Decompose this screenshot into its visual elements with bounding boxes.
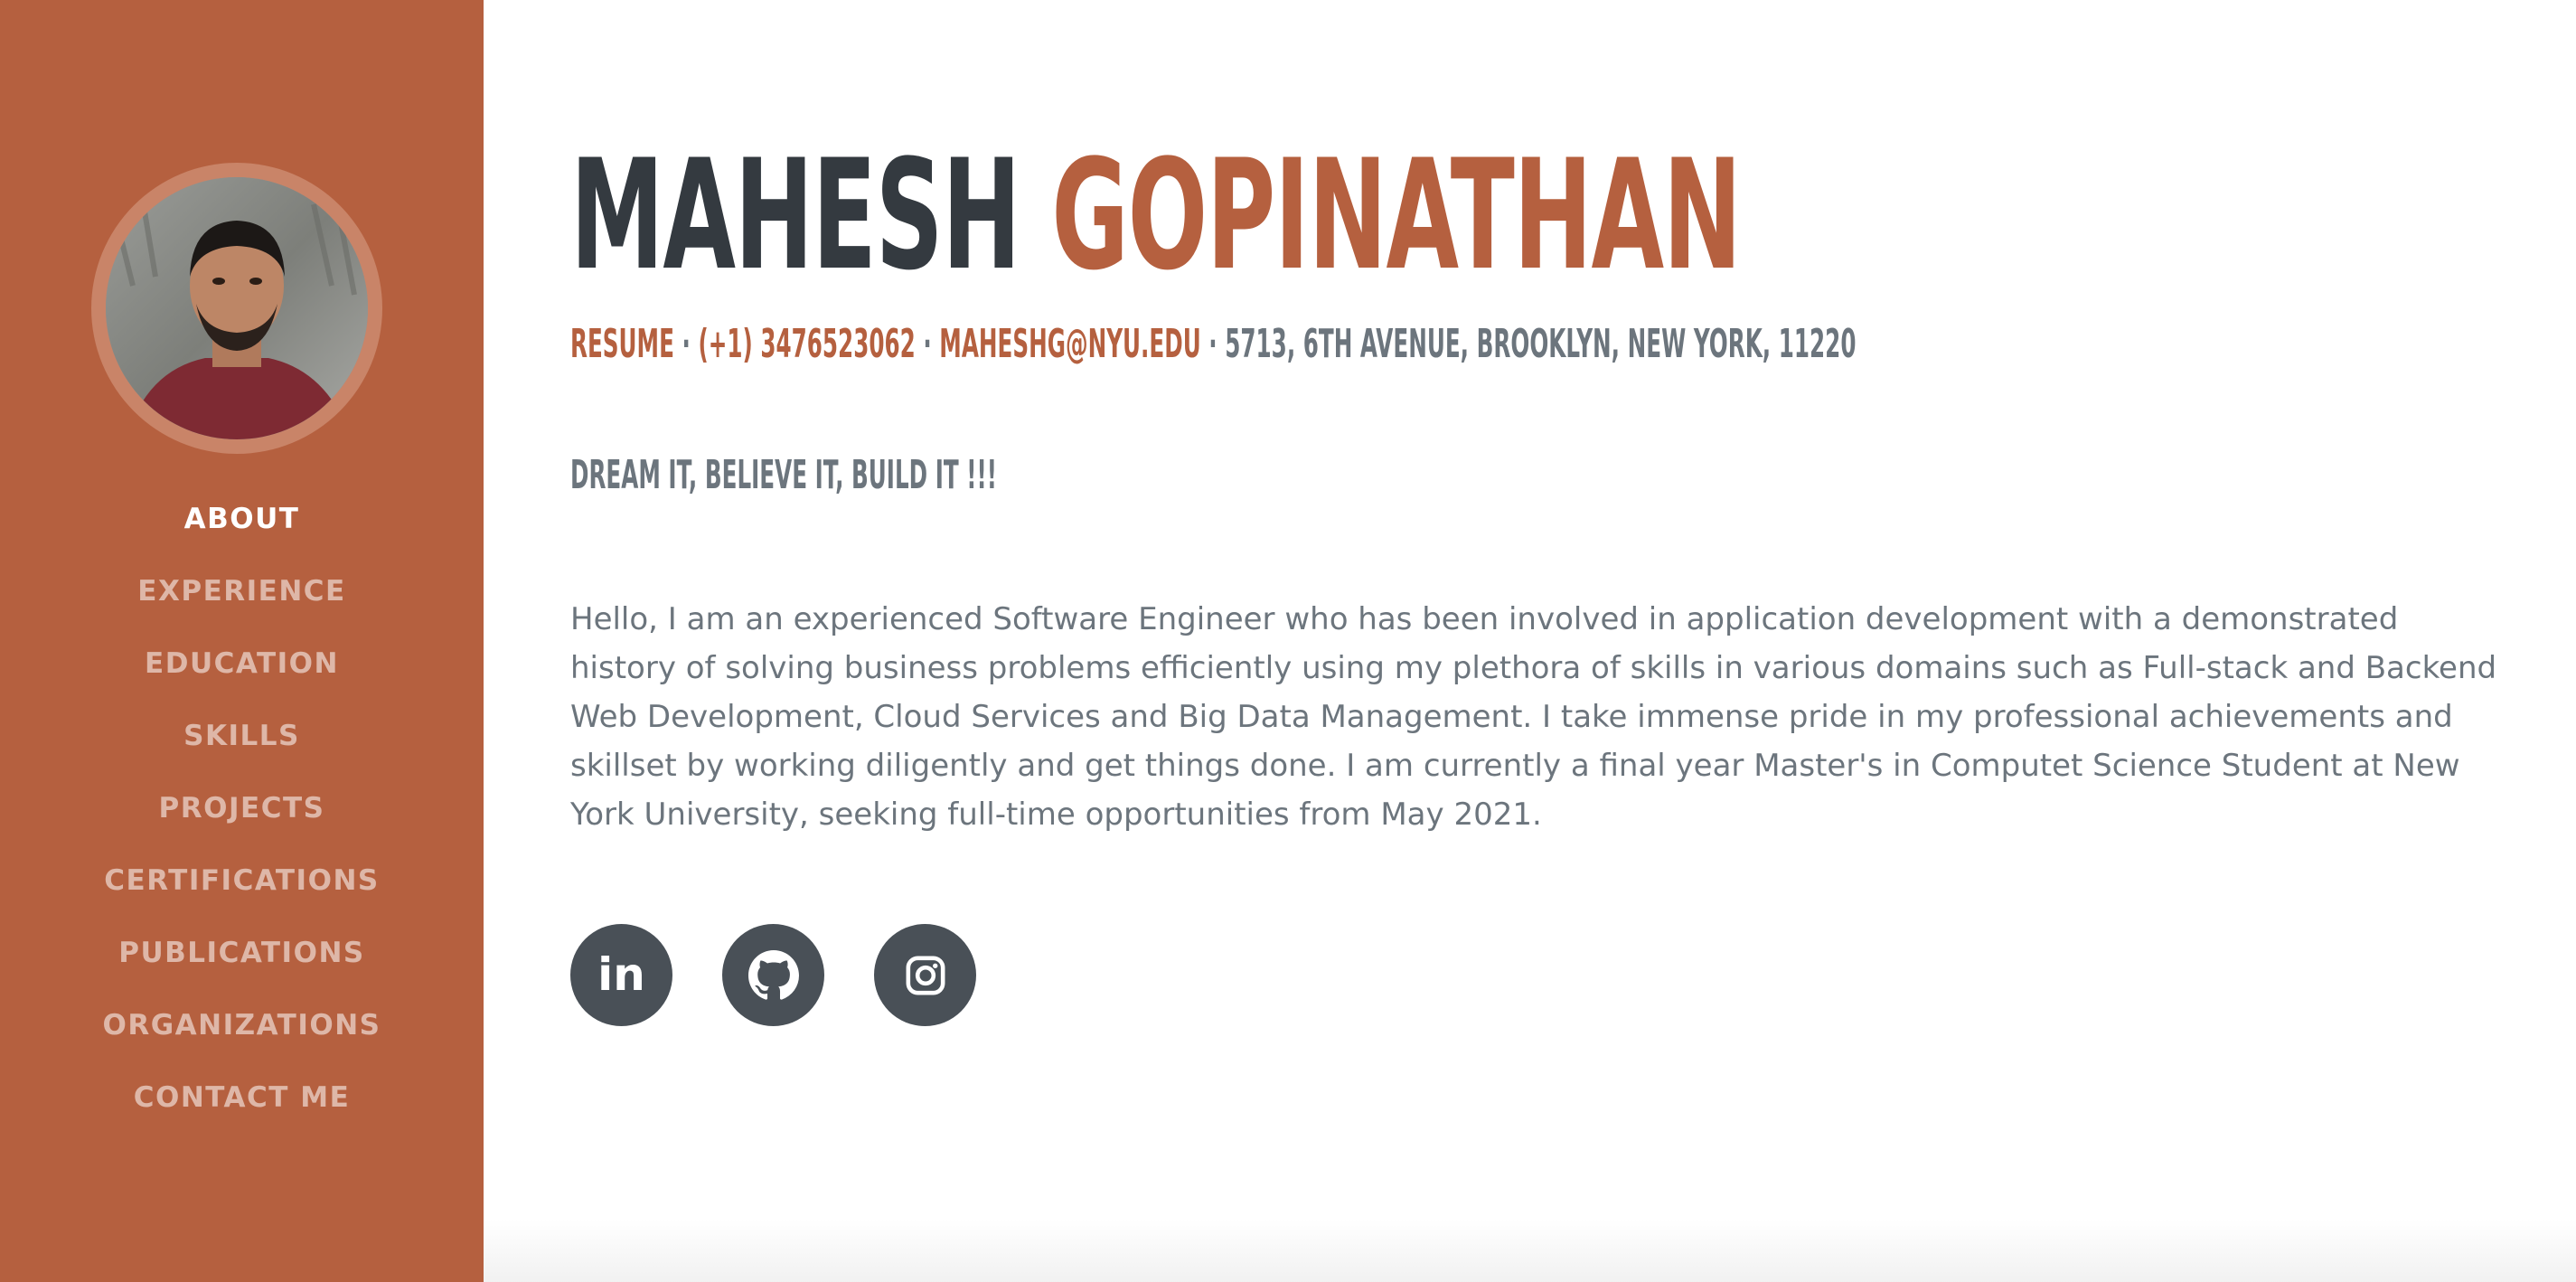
resume-link[interactable]: RESUME [570, 321, 674, 367]
linkedin-icon: in [597, 948, 645, 1001]
separator: · [682, 321, 691, 367]
phone-link[interactable]: (+1) 3476523062 [698, 321, 915, 367]
resume-page: ABOUT EXPERIENCE EDUCATION SKILLS PROJEC… [0, 0, 2576, 1282]
separator: · [1208, 321, 1217, 367]
page-title: MAHESH GOPINATHAN [570, 134, 1742, 297]
address-text: 5713, 6TH AVENUE, BROOKLYN, NEW YORK, 11… [1225, 321, 1857, 367]
contact-line: RESUME · (+1) 3476523062 · MAHESHG@NYU.E… [570, 319, 1856, 370]
linkedin-button[interactable]: in [570, 924, 672, 1026]
last-name: GOPINATHAN [1051, 127, 1742, 304]
separator: · [923, 321, 932, 367]
bottom-shadow [484, 1219, 2576, 1282]
nav-item-education[interactable]: EDUCATION [0, 646, 484, 719]
profile-photo [106, 177, 368, 439]
nav-item-projects[interactable]: PROJECTS [0, 791, 484, 863]
nav-item-skills[interactable]: SKILLS [0, 719, 484, 791]
tagline: DREAM IT, BELIEVE IT, BUILD IT !!! [570, 452, 997, 498]
nav-item-organizations[interactable]: ORGANIZATIONS [0, 1008, 484, 1080]
bio-paragraph: Hello, I am an experienced Software Engi… [570, 601, 2497, 833]
instagram-button[interactable] [874, 924, 976, 1026]
sidebar: ABOUT EXPERIENCE EDUCATION SKILLS PROJEC… [0, 0, 484, 1282]
nav-item-publications[interactable]: PUBLICATIONS [0, 936, 484, 1008]
github-button[interactable] [722, 924, 824, 1026]
nav-item-contact-me[interactable]: CONTACT ME [0, 1080, 484, 1153]
nav-item-experience[interactable]: EXPERIENCE [0, 574, 484, 646]
nav-item-certifications[interactable]: CERTIFICATIONS [0, 863, 484, 936]
avatar [106, 177, 368, 439]
instagram-icon [906, 956, 945, 994]
first-name: MAHESH [570, 127, 1021, 304]
github-icon [747, 949, 799, 1000]
sidebar-nav: ABOUT EXPERIENCE EDUCATION SKILLS PROJEC… [0, 502, 484, 1153]
nav-item-about[interactable]: ABOUT [0, 502, 484, 574]
avatar-ring [91, 163, 382, 454]
email-link[interactable]: MAHESHG@NYU.EDU [939, 321, 1200, 367]
